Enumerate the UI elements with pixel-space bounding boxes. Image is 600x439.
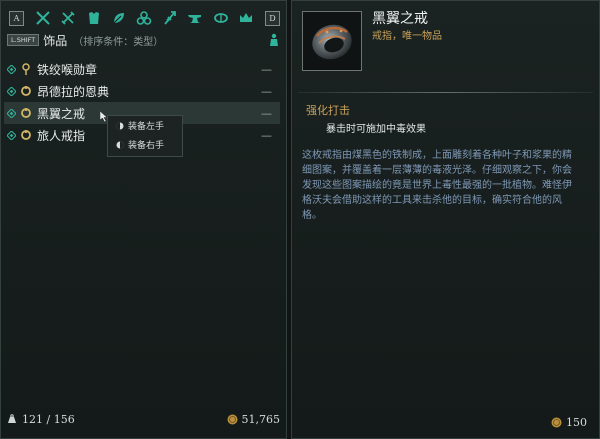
- triple-orb-icon[interactable]: [135, 9, 153, 27]
- section-divider: [298, 92, 593, 93]
- item-details-panel: 黑翼之戒 戒指，唯一物品 强化打击 暴击时可施加中毒效果 这枚戒指由煤黑色的铁制…: [291, 0, 600, 439]
- item-name: 旅人戒指: [37, 128, 86, 143]
- next-category-key[interactable]: D: [265, 10, 280, 26]
- right-hand-icon: [116, 141, 124, 148]
- ring-icon: [21, 86, 31, 96]
- item-name: 昂德拉的恩典: [37, 84, 110, 99]
- ring-icon: [21, 108, 31, 118]
- item-name: 铁绞喉勋章: [37, 62, 98, 77]
- item-quantity-dash: —: [261, 106, 272, 120]
- item-quantity-dash: —: [261, 84, 272, 98]
- equip-left-hand-option[interactable]: 装备左手: [108, 116, 182, 135]
- armor-icon[interactable]: [85, 9, 103, 27]
- amulet-icon: [22, 63, 30, 75]
- item-subtitle: 戒指，唯一物品: [372, 31, 442, 42]
- inventory-panel: A D L.SHIFT 饰品 （排序条件：类型） 铁绞喉勋章 — 昂德拉的恩典 …: [0, 0, 287, 439]
- ring-icon: [21, 130, 31, 140]
- item-lore-text: 这枚戒指由煤黑色的铁制成，上面雕刻着各种叶子和浆果的精细图案，并覆盖着一层薄薄的…: [302, 150, 572, 221]
- anvil-icon[interactable]: [186, 9, 204, 27]
- left-hand-icon: [116, 122, 124, 129]
- item-title: 黑翼之戒: [372, 11, 428, 27]
- crown-icon[interactable]: [237, 9, 255, 27]
- inventory-footer: 121 / 156 51,765: [7, 404, 280, 434]
- sort-condition: （排序条件：类型）: [73, 36, 164, 48]
- item-quantity-dash: —: [261, 62, 272, 76]
- equip-right-hand-option[interactable]: 装备右手: [108, 135, 182, 154]
- equip-right-label: 装备右手: [128, 141, 165, 151]
- item-price-value: 150: [566, 416, 587, 429]
- category-tab-bar: A D: [9, 7, 280, 29]
- enchantment-description: 暴击时可施加中毒效果: [326, 124, 426, 135]
- carry-weight: 121 / 156: [22, 412, 75, 426]
- weight-icon: [8, 414, 16, 423]
- character-figure-icon[interactable]: [268, 33, 280, 47]
- diamond-icon: [7, 130, 16, 140]
- enchantment-title: 强化打击: [306, 104, 350, 117]
- list-item[interactable]: 铁绞喉勋章 —: [4, 58, 280, 80]
- sort-key-hint[interactable]: L.SHIFT: [7, 34, 40, 46]
- prev-category-key[interactable]: A: [9, 10, 24, 26]
- category-title: 饰品: [43, 33, 68, 48]
- diamond-icon: [7, 108, 16, 118]
- coin-icon: [227, 414, 237, 424]
- crossed-weapons-icon[interactable]: [59, 9, 77, 27]
- swords-icon[interactable]: [34, 9, 52, 27]
- diamond-icon: [7, 86, 16, 96]
- ring-icon: [312, 24, 352, 60]
- sort-bar: L.SHIFT 饰品 （排序条件：类型）: [7, 32, 280, 48]
- list-item[interactable]: 昂德拉的恩典 —: [4, 80, 280, 102]
- gold-amount: 51,765: [241, 412, 281, 426]
- quiver-icon[interactable]: [161, 9, 179, 27]
- amulet-icon[interactable]: [212, 9, 230, 27]
- equip-context-menu: 装备左手 装备右手: [107, 115, 183, 157]
- item-price: 150: [551, 416, 587, 429]
- item-quantity-dash: —: [261, 128, 272, 142]
- coin-icon: [551, 417, 562, 428]
- item-portrait: [302, 11, 362, 71]
- item-name: 黑翼之戒: [37, 106, 86, 121]
- diamond-icon: [7, 64, 16, 74]
- leaf-icon[interactable]: [110, 9, 128, 27]
- equip-left-label: 装备左手: [128, 122, 165, 132]
